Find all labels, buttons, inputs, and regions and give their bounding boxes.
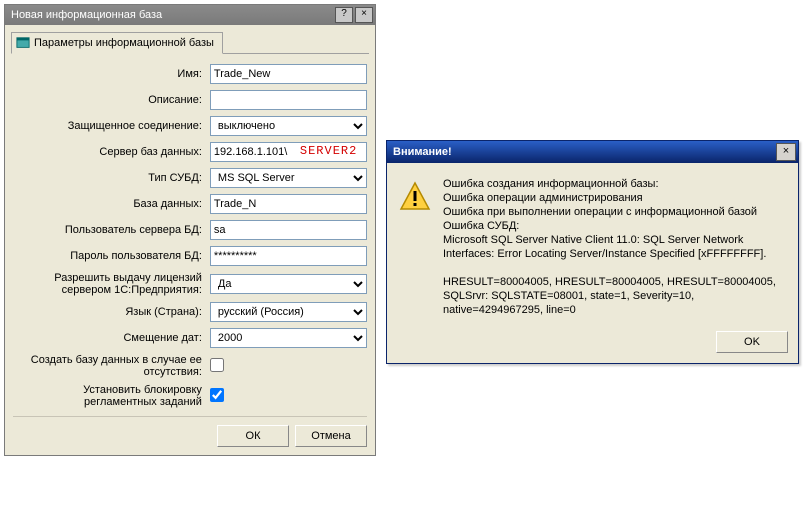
- ok-button[interactable]: ОК: [217, 425, 289, 447]
- tab-parameters[interactable]: Параметры информационной базы: [11, 32, 223, 54]
- dialog-ok-button[interactable]: OK: [716, 331, 788, 353]
- dbname-input[interactable]: [210, 194, 367, 214]
- label-name: Имя:: [13, 68, 210, 80]
- dialog-title: Внимание!: [393, 146, 776, 158]
- license-select[interactable]: Да: [210, 274, 367, 294]
- dbuser-input[interactable]: [210, 220, 367, 240]
- createifmissing-checkbox[interactable]: [210, 358, 224, 372]
- name-input[interactable]: [210, 64, 367, 84]
- tab-icon: [16, 36, 30, 50]
- dbpass-input[interactable]: [210, 246, 367, 266]
- label-lang: Язык (Страна):: [13, 306, 210, 318]
- window-title: Новая информационная база: [11, 9, 333, 21]
- error-dialog: Внимание! × Ошибка создания информационн…: [386, 140, 799, 364]
- label-license: Разрешить выдачу лицензий сервером 1С:Пр…: [13, 272, 210, 296]
- close-button[interactable]: ×: [355, 7, 373, 23]
- label-dbtype: Тип СУБД:: [13, 172, 210, 184]
- blockjobs-checkbox[interactable]: [210, 388, 224, 402]
- desc-input[interactable]: [210, 90, 367, 110]
- label-dbname: База данных:: [13, 198, 210, 210]
- title-bar: Новая информационная база ? ×: [5, 5, 375, 25]
- form-body: Имя: Описание: Защищенное соединение: вы…: [5, 54, 375, 455]
- label-desc: Описание:: [13, 94, 210, 106]
- main-window: Новая информационная база ? × Параметры …: [4, 4, 376, 456]
- label-dbserver: Сервер баз данных:: [13, 146, 210, 158]
- tab-strip: Параметры информационной базы: [11, 31, 369, 54]
- dialog-close-button[interactable]: ×: [776, 143, 796, 161]
- label-blockjobs: Установить блокировку регламентных задан…: [13, 384, 210, 408]
- dateoffset-select[interactable]: 2000: [210, 328, 367, 348]
- dbtype-select[interactable]: MS SQL Server: [210, 168, 367, 188]
- label-dbpass: Пароль пользователя БД:: [13, 250, 210, 262]
- label-secure: Защищенное соединение:: [13, 120, 210, 132]
- label-dbuser: Пользователь сервера БД:: [13, 224, 210, 236]
- dbserver-input[interactable]: [210, 142, 367, 162]
- dialog-title-bar: Внимание! ×: [387, 141, 798, 163]
- button-bar: ОК Отмена: [13, 416, 367, 447]
- cancel-button[interactable]: Отмена: [295, 425, 367, 447]
- label-createifmissing: Создать базу данных в случае ее отсутств…: [13, 354, 210, 378]
- label-dateoffset: Смещение дат:: [13, 332, 210, 344]
- warning-icon: [399, 181, 431, 213]
- dialog-text: Ошибка создания информационной базы: Оши…: [443, 177, 786, 317]
- tab-label: Параметры информационной базы: [34, 37, 214, 49]
- help-button[interactable]: ?: [335, 7, 353, 23]
- secure-select[interactable]: выключено: [210, 116, 367, 136]
- lang-select[interactable]: русский (Россия): [210, 302, 367, 322]
